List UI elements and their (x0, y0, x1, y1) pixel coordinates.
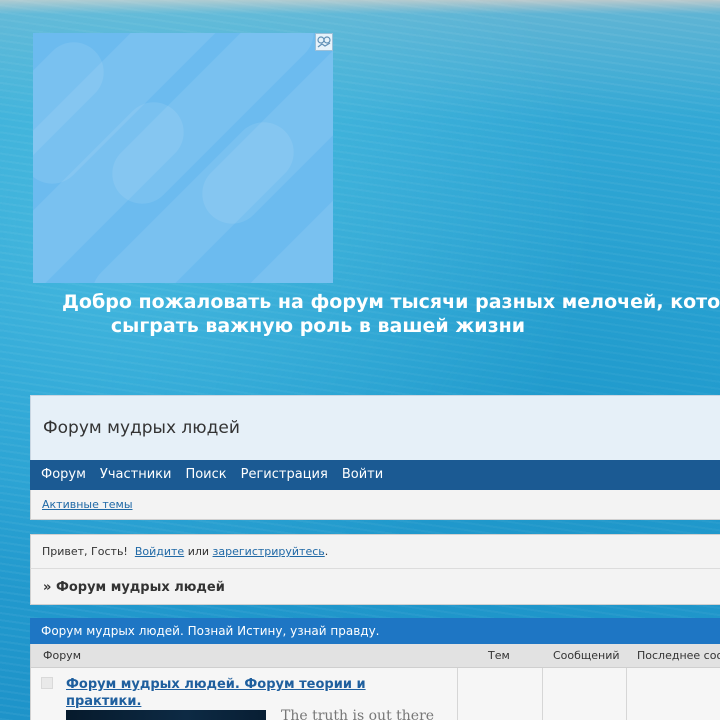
table-row: Форум мудрых людей. Форум теории и практ… (30, 668, 720, 720)
greeting-text: Привет, Гость! (42, 545, 128, 558)
column-forum: Форум (43, 649, 81, 662)
category-title[interactable]: Форум мудрых людей. Познай Истину, узнай… (41, 624, 380, 638)
table-header: Форум Тем Сообщений Последнее соо (30, 644, 720, 668)
nav-forum[interactable]: Форум (41, 460, 86, 490)
forum-header: Форум мудрых людей (30, 395, 720, 460)
category-header: Форум мудрых людей. Познай Истину, узнай… (30, 618, 720, 644)
forum-description: The truth is out there (281, 708, 435, 720)
breadcrumb: » Форум мудрых людей (30, 568, 720, 605)
forum-thumbnail (66, 710, 266, 720)
nav-register[interactable]: Регистрация (241, 460, 328, 490)
login-link[interactable]: Войдите (135, 545, 184, 558)
column-posts: Сообщений (553, 649, 620, 662)
breadcrumb-marker: » (43, 580, 52, 595)
active-topics-link[interactable]: Активные темы (42, 498, 133, 511)
column-divider (457, 668, 458, 720)
broken-image-icon (315, 33, 333, 51)
nav-members[interactable]: Участники (100, 460, 172, 490)
nav-login[interactable]: Войти (342, 460, 383, 490)
greeting-panel: Привет, Гость! Войдите или зарегистрируй… (30, 534, 720, 568)
page-title[interactable]: Форум мудрых людей (43, 418, 240, 438)
column-last-post: Последнее соо (637, 649, 720, 662)
column-divider (626, 668, 627, 720)
welcome-banner: Добро пожаловать на форум тысячи разных … (0, 290, 720, 338)
welcome-line-2: сыграть важную роль в вашей жизни (110, 315, 526, 337)
breadcrumb-current[interactable]: Форум мудрых людей (56, 580, 225, 595)
welcome-line-1: Добро пожаловать на форум тысячи разных … (62, 291, 720, 313)
forum-title-link[interactable]: Форум мудрых людей. Форум теории и практ… (66, 676, 396, 710)
site-logo[interactable] (33, 33, 333, 283)
greeting-suffix: . (324, 545, 329, 558)
sub-navbar: Активные темы (30, 490, 720, 520)
greeting-or: или (187, 545, 210, 558)
main-navbar: Форум Участники Поиск Регистрация Войти (30, 460, 720, 490)
nav-search[interactable]: Поиск (185, 460, 226, 490)
register-link[interactable]: зарегистрируйтесь (213, 545, 325, 558)
column-divider (542, 668, 543, 720)
column-topics: Тем (488, 649, 510, 662)
forum-status-icon (41, 677, 53, 689)
